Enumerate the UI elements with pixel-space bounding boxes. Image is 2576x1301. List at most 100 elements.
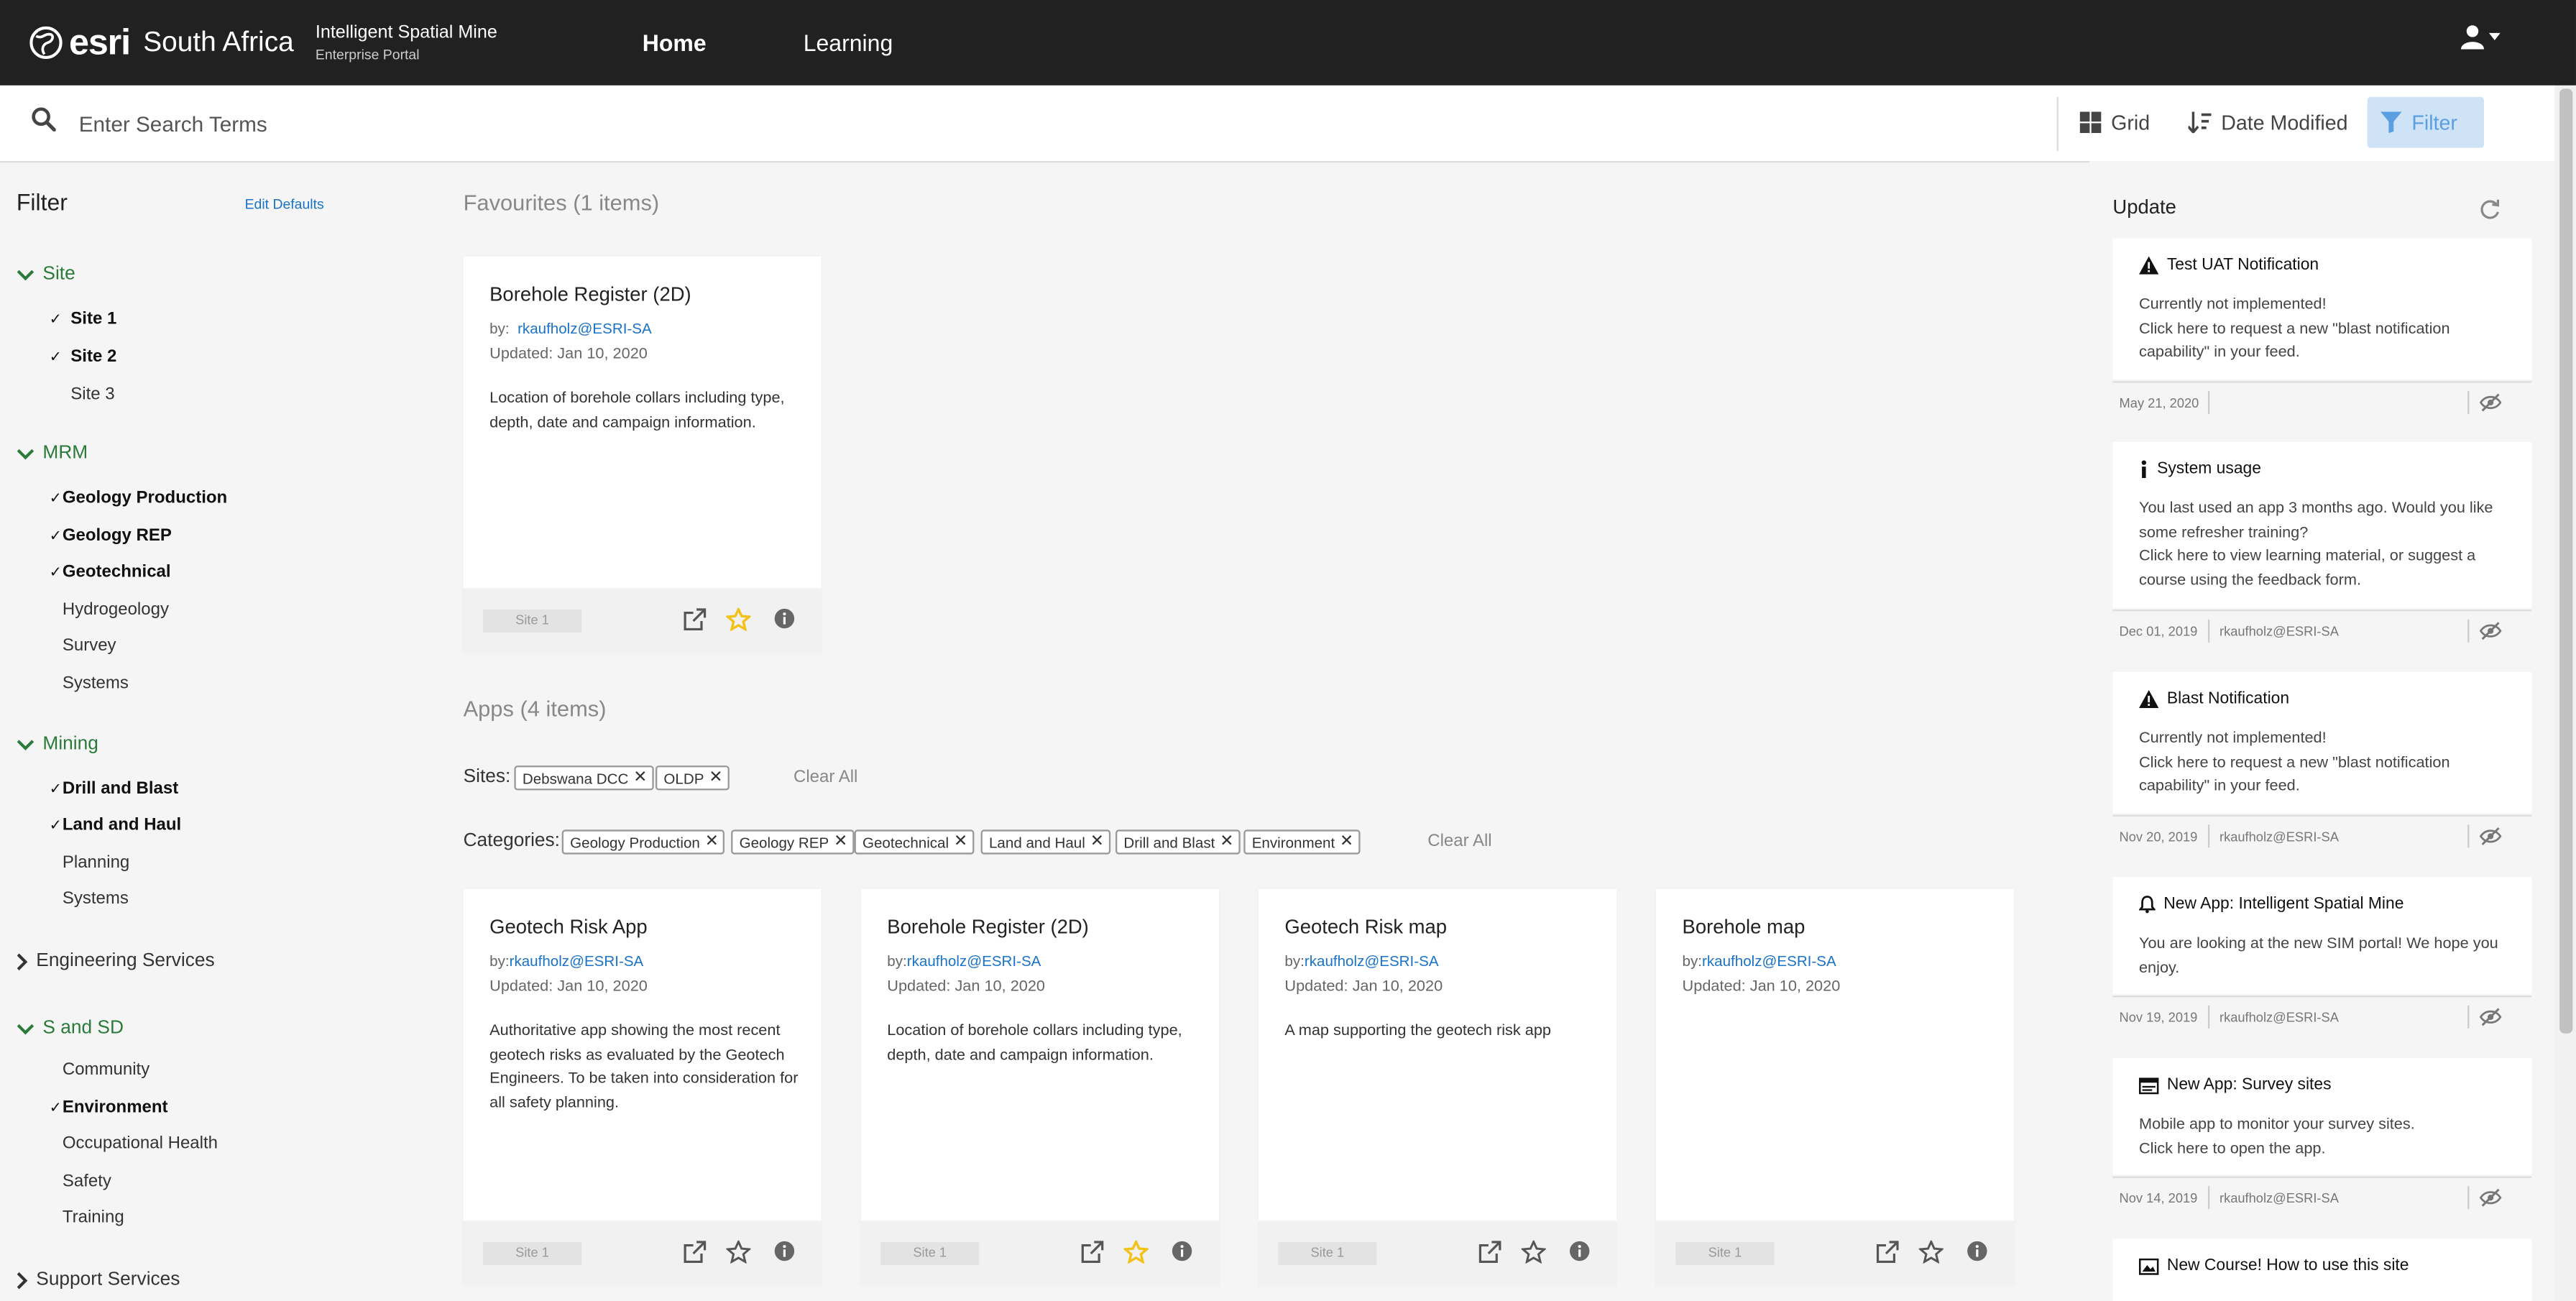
- app-card-geotech-risk-app[interactable]: Geotech Risk App by:rkaufholz@ESRI-SA Up…: [463, 888, 822, 1287]
- filter-item-community[interactable]: Community: [63, 1059, 150, 1079]
- filter-group-support-services[interactable]: Support Services: [17, 1270, 180, 1289]
- remove-chip-icon[interactable]: ✕: [1220, 833, 1233, 851]
- esri-logo[interactable]: esri South Africa: [29, 22, 294, 64]
- favourite-card[interactable]: Borehole Register (2D) by: rkaufholz@ESR…: [463, 256, 822, 654]
- notification-meta: Nov 14, 2019 rkaufholz@ESRI-SA: [2112, 1176, 2532, 1221]
- remove-chip-icon[interactable]: ✕: [705, 833, 719, 851]
- notification-item[interactable]: New Course! How to use this site: [2112, 1238, 2532, 1301]
- info-icon[interactable]: [1966, 1241, 1988, 1262]
- chevron-down-icon: [17, 269, 34, 280]
- app-card-borehole-map[interactable]: Borehole map by:rkaufholz@ESRI-SA Update…: [1655, 888, 2015, 1287]
- notification-item[interactable]: New App: Intelligent Spatial Mine You ar…: [2112, 877, 2532, 994]
- filter-item-occupational-health[interactable]: Occupational Health: [63, 1134, 218, 1153]
- filter-item-environment[interactable]: ✓ Environment: [50, 1098, 168, 1117]
- filter-item-geology-rep[interactable]: ✓ Geology REP: [50, 525, 172, 545]
- filter-item-site-1[interactable]: ✓ Site 1: [50, 309, 117, 328]
- hide-eye-icon[interactable]: [2479, 392, 2502, 412]
- hide-eye-icon[interactable]: [2479, 827, 2502, 846]
- scrollbar-thumb[interactable]: [2559, 88, 2573, 1034]
- filter-group-engineering-services[interactable]: Engineering Services: [17, 951, 215, 971]
- user-menu-button[interactable]: [2460, 24, 2501, 50]
- notification-item[interactable]: System usage You last used an app 3 mont…: [2112, 441, 2532, 608]
- card-title: Borehole Register (2D): [887, 915, 1089, 939]
- remove-chip-icon[interactable]: ✕: [1340, 833, 1353, 851]
- grid-view-button[interactable]: Grid: [2066, 97, 2163, 148]
- star-outline-icon[interactable]: [1918, 1240, 1944, 1264]
- sort-button[interactable]: Date Modified: [2175, 97, 2361, 148]
- remove-chip-icon[interactable]: ✕: [1090, 833, 1104, 851]
- filter-group-mining[interactable]: Mining: [17, 735, 98, 754]
- category-chip-environment: Environment ✕: [1243, 829, 1361, 855]
- filter-item-geology-production[interactable]: ✓ Geology Production: [50, 488, 228, 507]
- filter-item-survey[interactable]: Survey: [63, 636, 116, 656]
- filter-group-mrm[interactable]: MRM: [17, 443, 88, 464]
- remove-chip-icon[interactable]: ✕: [834, 833, 847, 851]
- card-author-link[interactable]: rkaufholz@ESRI-SA: [510, 953, 644, 970]
- refresh-icon[interactable]: [2479, 199, 2501, 221]
- chip-label: Land and Haul: [988, 833, 1085, 850]
- star-filled-icon[interactable]: [726, 607, 751, 631]
- filter-item-land-and-haul[interactable]: ✓ Land and Haul: [50, 815, 182, 835]
- filter-group-site[interactable]: Site: [17, 265, 75, 284]
- filter-item-training[interactable]: Training: [63, 1208, 124, 1227]
- open-external-icon[interactable]: [684, 608, 707, 631]
- info-icon[interactable]: [1569, 1241, 1591, 1262]
- card-author-link[interactable]: rkaufholz@ESRI-SA: [907, 953, 1041, 970]
- category-chip-geology-rep: Geology REP ✕: [731, 829, 855, 855]
- sort-label: Date Modified: [2221, 111, 2348, 134]
- meta-divider: [2207, 824, 2210, 848]
- info-icon[interactable]: [774, 608, 796, 630]
- star-outline-icon[interactable]: [726, 1240, 751, 1264]
- hide-eye-icon[interactable]: [2479, 621, 2502, 640]
- hide-eye-icon[interactable]: [2479, 1188, 2502, 1208]
- card-author-link[interactable]: rkaufholz@ESRI-SA: [518, 321, 652, 337]
- app-card-borehole-register[interactable]: Borehole Register (2D) by:rkaufholz@ESRI…: [860, 888, 1219, 1287]
- remove-chip-icon[interactable]: ✕: [954, 833, 967, 851]
- filter-group-label: Support Services: [36, 1269, 180, 1290]
- card-author-link[interactable]: rkaufholz@ESRI-SA: [1305, 953, 1439, 970]
- filter-item-site-2[interactable]: ✓ Site 2: [50, 346, 117, 366]
- meta-divider: [2467, 1005, 2470, 1029]
- nav-home[interactable]: Home: [643, 29, 707, 56]
- filter-item-hydrogeology[interactable]: Hydrogeology: [63, 599, 169, 619]
- clear-all-categories-button[interactable]: Clear All: [1427, 832, 1491, 851]
- filter-item-drill-and-blast[interactable]: ✓ Drill and Blast: [50, 778, 179, 798]
- open-external-icon[interactable]: [1876, 1241, 1899, 1264]
- filter-toggle-button[interactable]: Filter: [2367, 96, 2484, 148]
- chip-label: OLDP: [663, 769, 704, 786]
- filter-group-s-and-sd[interactable]: S and SD: [17, 1019, 124, 1039]
- filter-item-planning[interactable]: Planning: [63, 852, 129, 872]
- open-external-icon[interactable]: [684, 1241, 707, 1264]
- logo-region: South Africa: [143, 26, 294, 58]
- clear-all-sites-button[interactable]: Clear All: [794, 767, 857, 786]
- page-scrollbar[interactable]: [2554, 85, 2576, 1301]
- info-icon[interactable]: [1172, 1241, 1193, 1262]
- filter-item-mrm-systems[interactable]: Systems: [63, 674, 129, 693]
- edit-defaults-link[interactable]: Edit Defaults: [245, 196, 324, 212]
- card-author: by:rkaufholz@ESRI-SA: [489, 953, 643, 970]
- star-outline-icon[interactable]: [1521, 1240, 1546, 1264]
- filter-item-mining-systems[interactable]: Systems: [63, 889, 129, 909]
- remove-chip-icon[interactable]: ✕: [633, 769, 647, 787]
- hide-eye-icon[interactable]: [2479, 1007, 2502, 1026]
- notification-item[interactable]: Test UAT Notification Currently not impl…: [2112, 238, 2532, 380]
- open-external-icon[interactable]: [1081, 1241, 1104, 1264]
- notification-item[interactable]: New App: Survey sites Mobile app to moni…: [2112, 1057, 2532, 1175]
- app-card-geotech-risk-map[interactable]: Geotech Risk map by:rkaufholz@ESRI-SA Up…: [1258, 888, 1617, 1287]
- course-icon: [2138, 1257, 2159, 1274]
- open-external-icon[interactable]: [1478, 1241, 1501, 1264]
- info-icon[interactable]: [774, 1241, 796, 1262]
- star-filled-icon[interactable]: [1123, 1240, 1149, 1264]
- filter-item-site-3[interactable]: Site 3: [50, 385, 114, 404]
- remove-chip-icon[interactable]: ✕: [709, 769, 722, 787]
- card-author-link[interactable]: rkaufholz@ESRI-SA: [1702, 953, 1836, 970]
- search-input[interactable]: [75, 103, 1233, 143]
- nav-learning[interactable]: Learning: [804, 29, 893, 56]
- card-description: Authoritative app showing the most recen…: [489, 1021, 799, 1113]
- notification-body: You last used an app 3 months ago. Would…: [2139, 498, 2508, 594]
- filter-item-geotechnical[interactable]: ✓ Geotechnical: [50, 562, 171, 581]
- notification-item[interactable]: Blast Notification Currently not impleme…: [2112, 671, 2532, 814]
- updates-panel: Update Test UAT Notification Currently n…: [2089, 160, 2555, 1301]
- check-icon: ✓: [49, 347, 62, 364]
- filter-item-safety[interactable]: Safety: [63, 1172, 111, 1191]
